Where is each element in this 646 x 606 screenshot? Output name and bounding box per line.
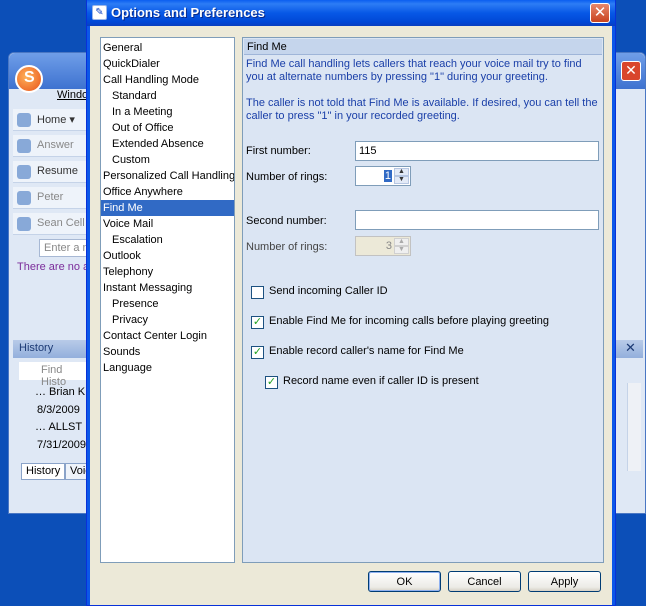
- option-label-3[interactable]: Enable record caller's name for Find Me: [269, 345, 464, 357]
- nav-item-personalized-call-handling[interactable]: Personalized Call Handling: [101, 168, 234, 184]
- nav-item-instant-messaging[interactable]: Instant Messaging: [101, 280, 234, 296]
- ok-button[interactable]: OK: [368, 571, 441, 592]
- rings-spinner-2: 3 ▲ ▼: [355, 236, 411, 256]
- background-toolbar-item[interactable]: Resume: [13, 161, 93, 183]
- rings-up-1-icon[interactable]: ▲: [394, 168, 409, 176]
- toolbar-item-label: Home ▾: [37, 114, 75, 126]
- toolbar-item-icon: [17, 165, 31, 179]
- background-tab[interactable]: History: [21, 463, 66, 480]
- apply-button[interactable]: Apply: [528, 571, 601, 592]
- background-toolbar-item[interactable]: Sean Cell: [13, 213, 93, 235]
- history-close-icon[interactable]: ✕: [625, 340, 636, 356]
- rings-value-2: 3: [385, 240, 392, 252]
- background-toolbar-item[interactable]: Home ▾: [13, 109, 93, 131]
- second-number-label: Second number:: [246, 215, 327, 227]
- background-close-button[interactable]: ✕: [621, 61, 641, 81]
- nav-item-sounds[interactable]: Sounds: [101, 344, 234, 360]
- find-me-panel: Find Me Find Me call handling lets calle…: [242, 37, 604, 563]
- rings-up-2-icon: ▲: [394, 238, 409, 246]
- nav-item-out-of-office[interactable]: Out of Office: [101, 120, 234, 136]
- background-toolbar-item[interactable]: Answer: [13, 135, 93, 157]
- nav-item-standard[interactable]: Standard: [101, 88, 234, 104]
- nav-item-extended-absence[interactable]: Extended Absence: [101, 136, 234, 152]
- nav-item-call-handling-mode[interactable]: Call Handling Mode: [101, 72, 234, 88]
- dialog-close-button[interactable]: ✕: [590, 3, 610, 23]
- dialog-frame-right: [612, 26, 615, 605]
- background-empty-text: There are no a: [17, 261, 90, 273]
- cancel-button[interactable]: Cancel: [448, 571, 521, 592]
- nav-item-general[interactable]: General: [101, 40, 234, 56]
- options-nav-tree: General QuickDialer Call Handling Mode Stan…: [100, 37, 235, 563]
- toolbar-item-label: Peter: [37, 191, 64, 203]
- rings-spinner-1[interactable]: 1 ▲ ▼: [355, 166, 411, 186]
- toolbar-item-icon: [17, 139, 31, 153]
- toolbar-item-icon: [17, 217, 31, 231]
- option-checkbox-4[interactable]: ✓: [265, 376, 278, 389]
- panel-header: Find Me: [244, 39, 602, 55]
- nav-item-find-me[interactable]: Find Me: [101, 200, 234, 216]
- nav-item-in-a-meeting[interactable]: In a Meeting: [101, 104, 234, 120]
- options-dialog: ✎ Options and Preferences ✕ General Quick…: [86, 0, 616, 606]
- option-checkbox-3[interactable]: ✓: [251, 346, 264, 359]
- first-number-label: First number:: [246, 145, 311, 157]
- dialog-titlebar[interactable]: ✎ Options and Preferences ✕: [87, 0, 615, 26]
- history-panel-header: History: [13, 340, 93, 358]
- option-label-4[interactable]: Record name even if caller ID is present: [283, 375, 479, 387]
- toolbar-item-icon: [17, 191, 31, 205]
- nav-item-outlook[interactable]: Outlook: [101, 248, 234, 264]
- rings-label-1: Number of rings:: [246, 171, 328, 183]
- toolbar-item-label: Sean Cell: [37, 217, 85, 229]
- nav-item-presence[interactable]: Presence: [101, 296, 234, 312]
- find-me-caller-note: The caller is not told that Find Me is a…: [246, 97, 598, 122]
- app-logo-icon: S: [15, 65, 43, 93]
- history-find-input[interactable]: Find Histo: [19, 362, 93, 388]
- nav-item-escalation[interactable]: Escalation: [101, 232, 234, 248]
- option-checkbox-2[interactable]: ✓: [251, 316, 264, 329]
- rings-down-1-icon[interactable]: ▼: [394, 176, 409, 184]
- nav-item-privacy[interactable]: Privacy: [101, 312, 234, 328]
- first-number-input[interactable]: [355, 141, 599, 161]
- nav-item-custom[interactable]: Custom: [101, 152, 234, 168]
- nav-item-office-anywhere[interactable]: Office Anywhere: [101, 184, 234, 200]
- history-item[interactable]: … ALLST: [35, 421, 82, 433]
- nav-item-quickdialer[interactable]: QuickDialer: [101, 56, 234, 72]
- nav-item-language[interactable]: Language: [101, 360, 234, 376]
- toolbar-item-icon: [17, 113, 31, 127]
- second-number-input[interactable]: [355, 210, 599, 230]
- toolbar-item-label: Resume: [37, 165, 78, 177]
- history-item[interactable]: 8/3/2009: [37, 404, 80, 416]
- background-menu-window[interactable]: Windo: [57, 89, 88, 101]
- nav-item-contact-center-login[interactable]: Contact Center Login: [101, 328, 234, 344]
- option-label-1[interactable]: Send incoming Caller ID: [269, 285, 388, 297]
- history-scrollbar[interactable]: [627, 383, 641, 471]
- rings-label-2: Number of rings:: [246, 241, 328, 253]
- toolbar-item-label: Answer: [37, 139, 74, 151]
- nav-item-telephony[interactable]: Telephony: [101, 264, 234, 280]
- dialog-frame-left: [87, 26, 90, 605]
- option-checkbox-1[interactable]: [251, 286, 264, 299]
- option-label-2[interactable]: Enable Find Me for incoming calls before…: [269, 315, 549, 327]
- options-wrench-icon: ✎: [92, 5, 107, 20]
- find-me-description: Find Me call handling lets callers that …: [246, 58, 582, 83]
- background-toolbar-item[interactable]: Peter: [13, 187, 93, 209]
- rings-down-2-icon: ▼: [394, 246, 409, 254]
- dialog-title: Options and Preferences: [111, 5, 265, 20]
- history-item[interactable]: … Brian K: [35, 386, 85, 398]
- nav-item-voice-mail[interactable]: Voice Mail: [101, 216, 234, 232]
- history-item[interactable]: 7/31/2009: [37, 439, 86, 451]
- rings-value-1[interactable]: 1: [383, 170, 392, 182]
